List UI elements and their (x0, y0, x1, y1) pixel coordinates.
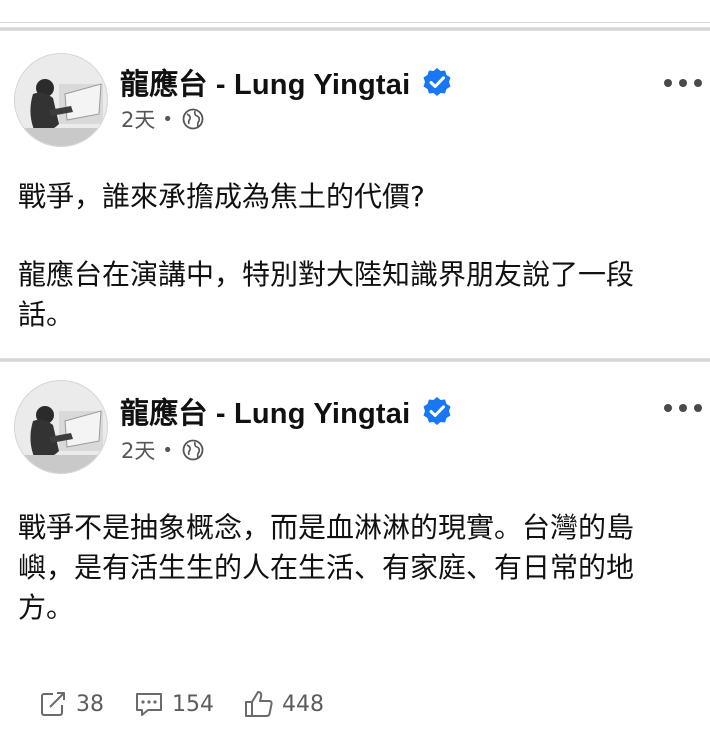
action-bar: 38 154 448 (40, 690, 354, 718)
comment-button[interactable]: 154 (134, 691, 214, 717)
post-body: 戰爭不是抽象概念，而是血淋淋的現實。台灣的島嶼，是有活生生的人在生活、有家庭、有… (18, 508, 688, 628)
meta-separator: • (162, 439, 173, 461)
avatar-photo (15, 381, 107, 473)
globe-icon (182, 108, 204, 130)
more-options-icon[interactable] (664, 402, 702, 414)
share-button[interactable]: 38 (40, 691, 104, 717)
avatar-photo (15, 54, 107, 146)
comment-icon (136, 693, 162, 716)
share-count: 38 (76, 691, 104, 717)
post-body: 戰爭，誰來承擔成為焦土的代價? 龍應台在演講中，特別對大陸知識界朋友說了一段話。 (18, 177, 688, 335)
top-bar (0, 0, 710, 30)
more-options-icon[interactable] (664, 77, 702, 89)
post-paragraph: 戰爭不是抽象概念，而是血淋淋的現實。台灣的島嶼，是有活生生的人在生活、有家庭、有… (18, 511, 635, 624)
post-paragraph: 戰爭，誰來承擔成為焦土的代價? (18, 180, 425, 213)
post-card: 龍應台 - Lung Yingtai 2天 • 戰爭不是抽象概念，而是血淋淋的現… (0, 362, 710, 754)
thumbs-up-icon (245, 691, 273, 717)
post-card: 龍應台 - Lung Yingtai 2天 • 戰爭，誰來承擔成為焦土的代價? … (0, 31, 710, 361)
globe-icon (182, 439, 204, 461)
divider (0, 22, 710, 23)
verified-badge-icon (423, 68, 451, 96)
share-icon (41, 692, 65, 716)
author-avatar[interactable] (14, 53, 108, 147)
like-button[interactable]: 448 (244, 690, 324, 718)
meta-separator: • (162, 108, 173, 130)
author-avatar[interactable] (14, 380, 108, 474)
like-count: 448 (282, 691, 324, 717)
author-name[interactable]: 龍應台 - Lung Yingtai (120, 61, 410, 103)
verified-badge-icon (423, 397, 451, 425)
author-name[interactable]: 龍應台 - Lung Yingtai (120, 390, 410, 432)
post-paragraph: 龍應台在演講中，特別對大陸知識界朋友說了一段話。 (18, 258, 635, 331)
post-timestamp[interactable]: 2天 (121, 435, 155, 465)
comment-count: 154 (172, 691, 214, 717)
post-timestamp[interactable]: 2天 (121, 104, 155, 134)
